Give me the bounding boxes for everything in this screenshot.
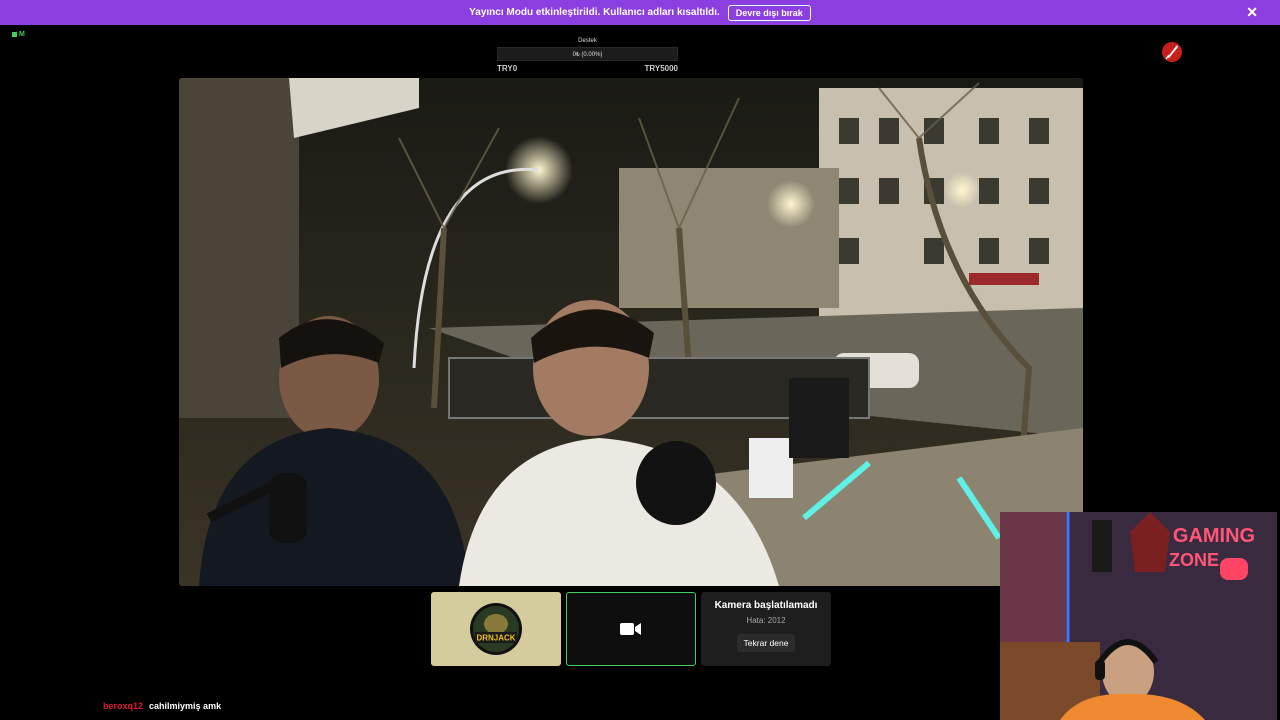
live-indicator: M [12,31,25,38]
donation-goal: Destek 0₺ (0.00%) TRY0 TRY5000 [497,38,678,73]
webcam-scene: GAMING ZONE [1000,512,1277,720]
goal-min-label: TRY0 [497,64,518,73]
banner-message: Yayıncı Modu etkinleştirildi. Kullanıcı … [469,7,720,18]
chat-text: cahilmiymiş amk [149,701,222,711]
chat-username[interactable]: beroxq12 [103,701,143,711]
goal-progress-text: 0₺ (0.00%) [572,51,603,58]
goal-progress-bar: 0₺ (0.00%) [497,47,678,61]
goal-max-label: TRY5000 [644,64,679,73]
retry-button[interactable]: Tekrar dene [736,634,796,652]
live-indicator-label: M [19,31,25,38]
live-dot-icon [12,32,17,37]
close-icon[interactable]: ✕ [1246,4,1258,20]
goal-title: Destek [578,38,597,44]
camera-error-title: Kamera başlatılamadı [714,600,818,611]
camera-error-tile: Kamera başlatılamadı Hata: 2012 Tekrar d… [701,592,831,666]
drnjack-logo-icon: DRNJACK [470,603,522,655]
streamer-mode-banner: Yayıncı Modu etkinleştirildi. Kullanıcı … [0,0,1280,25]
disable-streamer-mode-button[interactable]: Devre dışı bırak [727,4,811,21]
neon-sign-line1: GAMING [1173,525,1255,547]
participant-tile-camera-off[interactable] [566,592,696,666]
goal-range: TRY0 TRY5000 [497,64,678,73]
neon-sign-line2: ZONE [1169,550,1219,570]
video-scene [179,78,1083,586]
participant-tile-drnjack[interactable]: DRNJACK [431,592,561,666]
feather-logo-icon [1162,42,1182,62]
camera-error-code: Hata: 2012 [746,616,786,625]
chat-message: beroxq12 cahilmiymiş amk [103,701,221,711]
stream-overlay-page: Yayıncı Modu etkinleştirildi. Kullanıcı … [0,0,1280,720]
main-video-feed [179,78,1083,586]
video-camera-icon [620,623,641,635]
drnjack-logo-text: DRNJACK [476,634,515,643]
streamer-webcam: GAMING ZONE [1000,512,1277,720]
